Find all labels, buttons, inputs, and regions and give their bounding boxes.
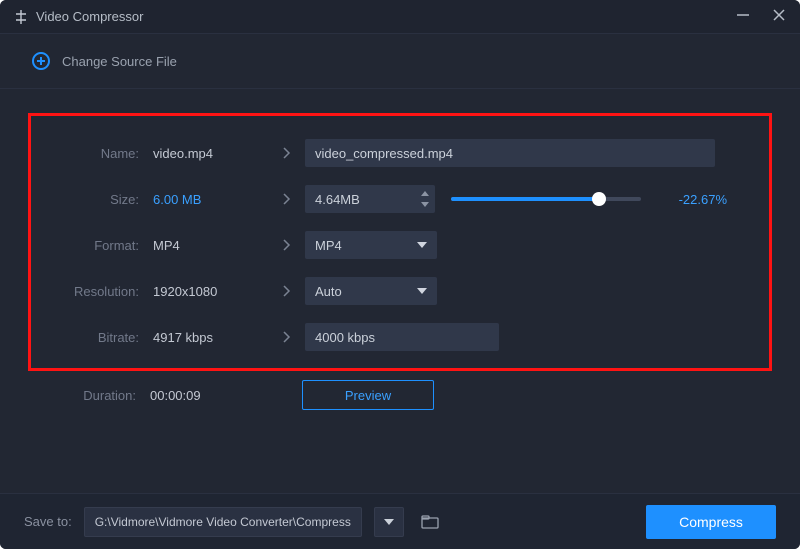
bottom-bar: Save to: Compress (0, 493, 800, 549)
change-source-label: Change Source File (62, 54, 177, 69)
label-name: Name: (53, 146, 139, 161)
change-source-button[interactable]: Change Source File (0, 34, 800, 89)
label-resolution: Resolution: (53, 284, 139, 299)
source-duration: 00:00:09 (136, 388, 266, 403)
size-slider[interactable] (451, 197, 641, 201)
row-duration: Duration: 00:00:09 Preview (28, 371, 772, 419)
chevron-right-icon (269, 147, 305, 159)
source-size: 6.00 MB (139, 192, 269, 207)
slider-thumb[interactable] (592, 192, 606, 206)
preview-button[interactable]: Preview (302, 380, 434, 410)
stepper-down-icon[interactable] (421, 202, 429, 207)
output-name-input[interactable] (305, 139, 715, 167)
row-resolution: Resolution: 1920x1080 Auto (53, 268, 747, 314)
window: Video Compressor Change Source File Name… (0, 0, 800, 549)
minimize-button[interactable] (736, 8, 750, 25)
titlebar: Video Compressor (0, 0, 800, 34)
source-format: MP4 (139, 238, 269, 253)
chevron-down-icon (417, 242, 427, 248)
titlebar-left: Video Compressor (14, 9, 143, 24)
chevron-right-icon (269, 193, 305, 205)
close-button[interactable] (772, 8, 786, 25)
plus-circle-icon (32, 52, 50, 70)
folder-icon (421, 515, 439, 529)
source-name: video.mp4 (139, 146, 269, 161)
output-format-select[interactable]: MP4 (305, 231, 437, 259)
row-bitrate: Bitrate: 4917 kbps (53, 314, 747, 360)
save-path-input[interactable] (84, 507, 362, 537)
label-duration: Duration: (50, 388, 136, 403)
titlebar-right (736, 8, 786, 25)
chevron-right-icon (269, 331, 305, 343)
main-panel: Name: video.mp4 Size: 6.00 MB (0, 89, 800, 429)
size-delta-percent: -22.67% (657, 192, 727, 207)
highlighted-settings: Name: video.mp4 Size: 6.00 MB (28, 113, 772, 371)
chevron-down-icon (384, 519, 394, 525)
label-save-to: Save to: (24, 514, 72, 529)
output-bitrate-input[interactable] (305, 323, 499, 351)
chevron-right-icon (269, 285, 305, 297)
label-bitrate: Bitrate: (53, 330, 139, 345)
output-resolution-select[interactable]: Auto (305, 277, 437, 305)
row-name: Name: video.mp4 (53, 130, 747, 176)
row-size: Size: 6.00 MB -22.67% (53, 176, 747, 222)
source-bitrate: 4917 kbps (139, 330, 269, 345)
output-size-input[interactable] (305, 185, 435, 213)
label-format: Format: (53, 238, 139, 253)
chevron-right-icon (269, 239, 305, 251)
slider-fill (451, 197, 599, 201)
source-resolution: 1920x1080 (139, 284, 269, 299)
output-format-value: MP4 (315, 238, 342, 253)
output-size-stepper[interactable] (305, 185, 435, 213)
window-title: Video Compressor (36, 9, 143, 24)
chevron-down-icon (417, 288, 427, 294)
label-size: Size: (53, 192, 139, 207)
row-format: Format: MP4 MP4 (53, 222, 747, 268)
compress-button[interactable]: Compress (646, 505, 776, 539)
app-icon (14, 10, 28, 24)
open-folder-button[interactable] (416, 508, 444, 536)
output-resolution-value: Auto (315, 284, 342, 299)
save-path-dropdown[interactable] (374, 507, 404, 537)
stepper-up-icon[interactable] (421, 191, 429, 196)
